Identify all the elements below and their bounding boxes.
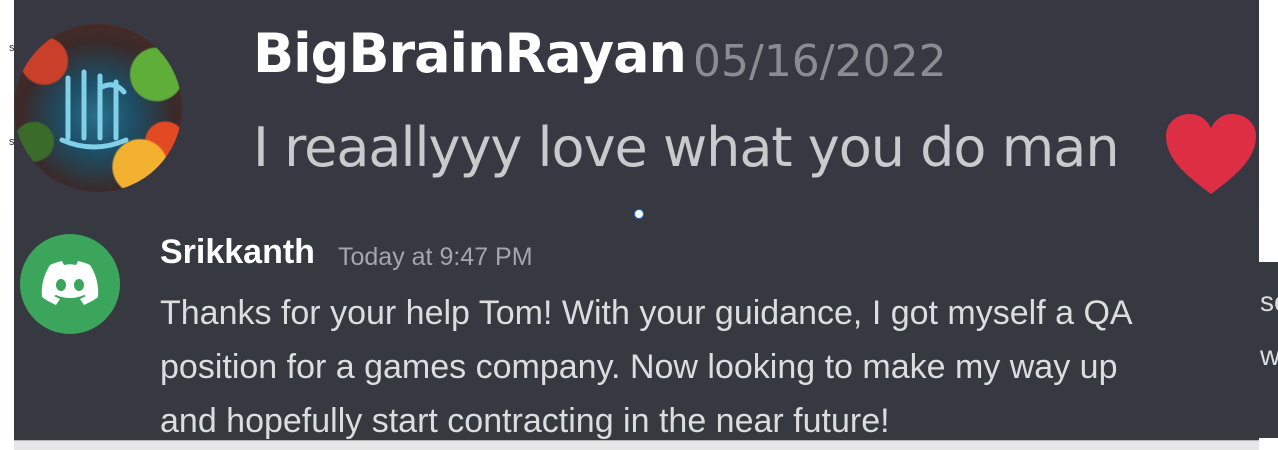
right-edge-dark-panel: se w [1259, 262, 1278, 438]
message-author[interactable]: BigBrainRayan [253, 22, 687, 85]
calligraphy-glyph-icon [59, 69, 129, 150]
message-timestamp: Today at 9:47 PM [338, 243, 533, 271]
message-timestamp: 05/16/2022 [693, 36, 947, 87]
message-author[interactable]: Srikkanth [160, 233, 315, 272]
selection-handle[interactable] [634, 209, 644, 219]
background-fragment: w [1260, 340, 1278, 371]
bottom-edge-line [14, 440, 1259, 441]
discord-logo-icon[interactable] [20, 234, 120, 334]
discord-clyde-icon [41, 261, 99, 305]
message-line: position for a games company. Now lookin… [160, 348, 1118, 386]
message-line: Thanks for your help Tom! With your guid… [160, 294, 1133, 332]
bottom-edge [14, 440, 1259, 450]
message-text: Thanks for your help Tom! With your guid… [160, 286, 1250, 448]
calligraphy-avatar-icon[interactable] [14, 24, 182, 192]
message-text: I reaallyyy love what you do man [253, 116, 1120, 179]
heart-emoji-icon [1166, 114, 1256, 194]
left-gutter: s s [0, 0, 15, 450]
background-fragment: se [1260, 286, 1278, 317]
